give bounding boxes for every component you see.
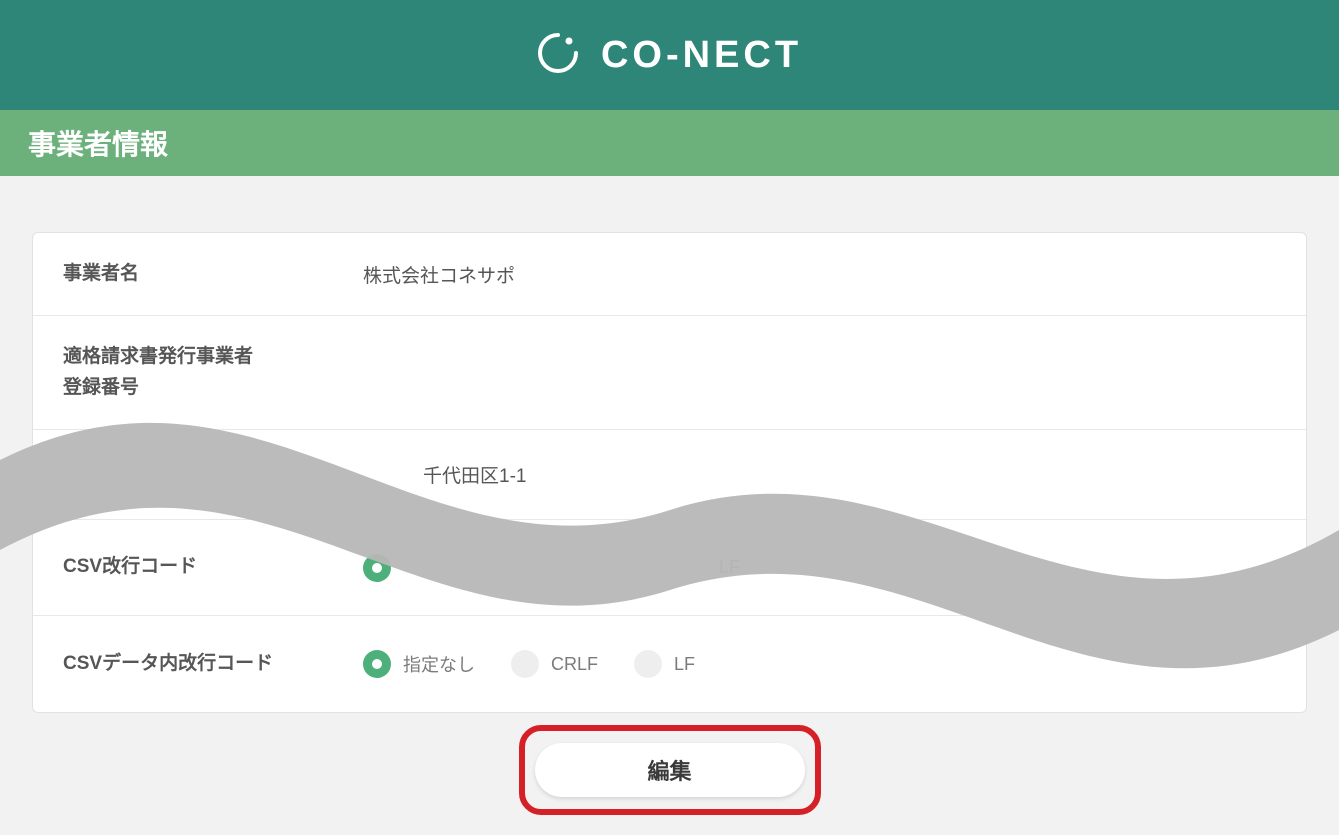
label-company-name: 事業者名: [63, 259, 363, 289]
radio-label: CRLF: [551, 654, 598, 675]
radio-icon: [511, 650, 539, 678]
company-info-card: 事業者名 株式会社コネサポ 適格請求書発行事業者 登録番号 千代田区1-1 CS…: [32, 232, 1307, 713]
radio-label: LF: [719, 557, 740, 578]
edit-button[interactable]: 編集: [535, 743, 805, 797]
value-address: 千代田区1-1: [363, 461, 1276, 488]
radio-icon: [363, 554, 391, 582]
page-title: 事業者情報: [28, 123, 168, 163]
radio-label: LF: [674, 654, 695, 675]
label-csv-data-newline: CSVデータ内改行コード: [63, 649, 363, 679]
row-csv-newline: CSV改行コード LF: [33, 520, 1306, 616]
radio-icon: [363, 650, 391, 678]
radio-csv-data-newline-opt2[interactable]: LF: [634, 650, 695, 678]
edit-highlight-frame: 編集: [519, 725, 821, 815]
logo-mark-icon: [537, 32, 579, 79]
row-csv-data-newline: CSVデータ内改行コード 指定なし CRLF LF: [33, 616, 1306, 712]
row-company-name: 事業者名 株式会社コネサポ: [33, 233, 1306, 316]
radio-csv-newline-opt1[interactable]: LF: [679, 554, 740, 582]
brand-logo: CO-NECT: [537, 32, 802, 79]
radio-csv-data-newline-opt0[interactable]: 指定なし: [363, 650, 475, 678]
radio-label: 指定なし: [403, 651, 475, 677]
row-invoice-number: 適格請求書発行事業者 登録番号: [33, 316, 1306, 430]
label-csv-newline: CSV改行コード: [63, 552, 363, 582]
radio-csv-data-newline-opt1[interactable]: CRLF: [511, 650, 598, 678]
brand-header: CO-NECT: [0, 0, 1339, 110]
brand-name: CO-NECT: [601, 34, 802, 77]
radio-icon: [634, 650, 662, 678]
page-header: 事業者情報: [0, 110, 1339, 176]
row-address: 千代田区1-1: [33, 430, 1306, 520]
radio-icon: [679, 554, 707, 582]
label-invoice-number: 適格請求書発行事業者 登録番号: [63, 342, 363, 403]
value-company-name: 株式会社コネサポ: [363, 261, 1276, 288]
radio-csv-newline-opt0[interactable]: [363, 554, 403, 582]
